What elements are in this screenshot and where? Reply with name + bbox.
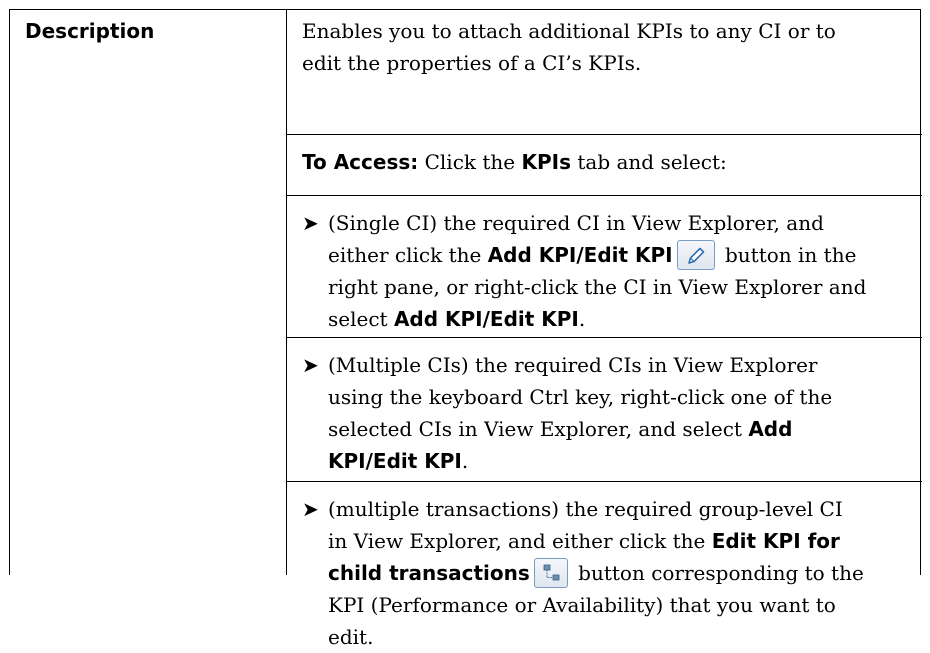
bullet-row-3: ➤ (multiple transactions) the required g…	[287, 481, 922, 649]
child-transactions-button-icon	[533, 557, 568, 588]
description-label: Description	[25, 19, 155, 43]
intro-line-1: Enables you to attach additional KPIs to…	[302, 19, 836, 43]
access-paragraph: To Access: Click the KPIs tab and select…	[302, 146, 902, 178]
bullet1-line-1: (Single CI) the required CI in View Expl…	[328, 211, 824, 235]
add-kpi-edit-kpi-label: Add KPI/Edit KPI	[487, 243, 673, 267]
kpi-edit-kpi-label: KPI/Edit KPI	[328, 449, 462, 473]
bullet3-line-1: (multiple transactions) the required gro…	[328, 497, 843, 521]
bullet2-text: selected CIs in View Explorer, and selec…	[328, 417, 749, 441]
label-cell: Description	[10, 10, 287, 575]
bullet1-line-4: select Add KPI/Edit KPI.	[328, 303, 585, 335]
access-row: To Access: Click the KPIs tab and select…	[287, 134, 922, 196]
bullet2-line-1: (Multiple CIs) the required CIs in View …	[328, 353, 818, 377]
bullet2-text: .	[461, 449, 469, 473]
bullet1-line-3: right pane, or right-click the CI in Vie…	[328, 275, 867, 299]
intro-paragraph: Enables you to attach additional KPIs to…	[302, 15, 902, 79]
intro-row: Enables you to attach additional KPIs to…	[287, 10, 922, 134]
access-lead: To Access:	[302, 150, 419, 174]
kpis-tab-name: KPIs	[521, 150, 572, 174]
bullet2-line-2: using the keyboard Ctrl key, right-click…	[328, 385, 833, 409]
bullet1-text: .	[578, 307, 586, 331]
bullet1-line-2: either click the Add KPI/Edit KPI button…	[328, 239, 856, 271]
content-cell: Enables you to attach additional KPIs to…	[287, 10, 922, 649]
add-label: Add	[748, 417, 793, 441]
edit-kpi-button-pencil-icon	[676, 239, 715, 270]
intro-line-2: edit the properties of a CI’s KPIs.	[302, 51, 642, 75]
bullet-row-2: ➤ (Multiple CIs) the required CIs in Vie…	[287, 337, 922, 482]
access-text-2: tab and select:	[571, 150, 727, 174]
bullet-row-1: ➤ (Single CI) the required CI in View Ex…	[287, 195, 922, 338]
bullet1-text: either click the	[328, 243, 488, 267]
bullet2-line-3: selected CIs in View Explorer, and selec…	[328, 413, 792, 445]
description-table: Description Enables you to attach additi…	[9, 9, 922, 649]
access-text-1: Click the	[418, 150, 522, 174]
child-transactions-label: child transactions	[328, 561, 530, 585]
bullet-arrow-icon: ➤	[302, 353, 319, 377]
bullet2-line-4: KPI/Edit KPI.	[328, 445, 468, 477]
bullet1-text: select	[328, 307, 394, 331]
bullet3-line-4: KPI (Performance or Availability) that y…	[328, 593, 836, 617]
bullet3-text: in View Explorer, and either click the	[328, 529, 712, 553]
bullet3-line-2: in View Explorer, and either click the E…	[328, 525, 840, 557]
bullet-arrow-icon: ➤	[302, 497, 319, 521]
bullet3-text: button corresponding to the	[571, 561, 864, 585]
add-kpi-edit-kpi-label: Add KPI/Edit KPI	[393, 307, 579, 331]
bullet1-text: button in the	[718, 243, 857, 267]
bullet3-line-5: edit.	[328, 625, 374, 649]
bullet-arrow-icon: ➤	[302, 211, 319, 235]
edit-kpi-for-label: Edit KPI for	[711, 529, 840, 553]
bullet3-line-3: child transactions button corresponding …	[328, 557, 864, 589]
